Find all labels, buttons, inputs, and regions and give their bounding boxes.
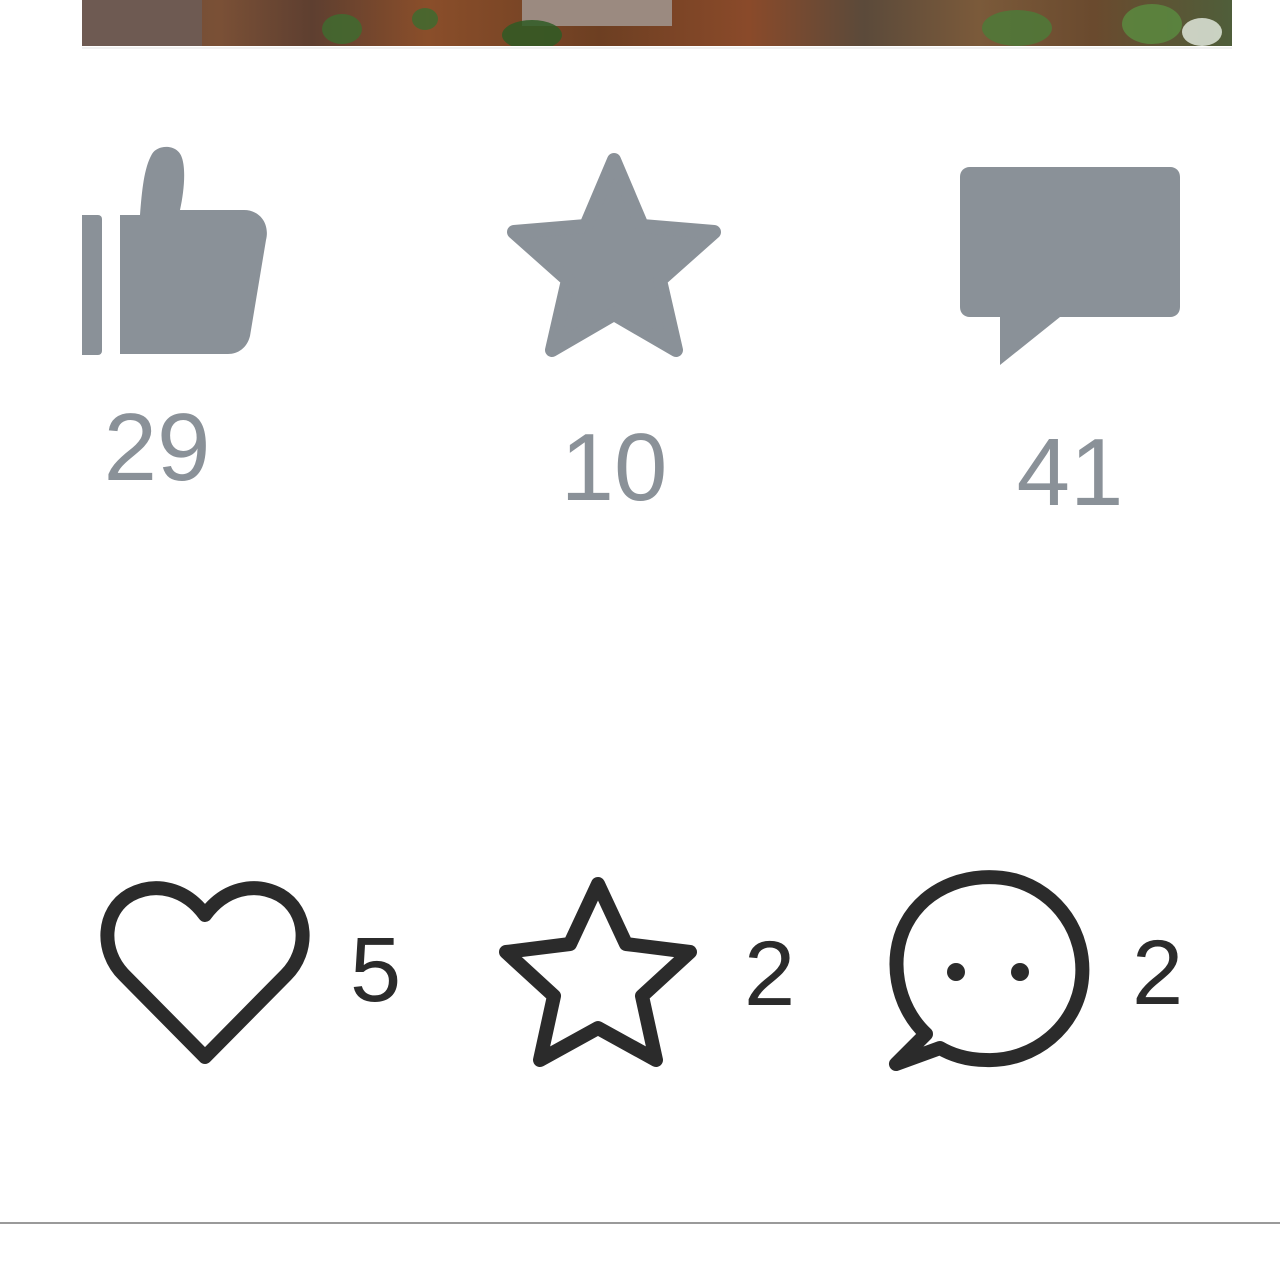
thumbs-up-icon [82, 146, 267, 355]
comment-filled-icon [960, 167, 1180, 365]
like-stat[interactable] [82, 140, 302, 360]
comment-button-count: 2 [1132, 922, 1184, 1024]
comment-count: 41 [1016, 419, 1124, 526]
comment-button[interactable]: 2 [882, 868, 1183, 1078]
stats-summary: 29 10 41 [0, 0, 1280, 560]
post-detail-page: 29 10 41 5 2 2 [0, 0, 1280, 1280]
like-count: 29 [103, 394, 211, 501]
favorite-button[interactable]: 2 [492, 874, 795, 1074]
star-outline-icon [499, 877, 697, 1067]
favorite-stat[interactable]: 10 [498, 150, 730, 516]
comment-bubble-outline-icon [889, 870, 1090, 1071]
heart-outline-icon [100, 881, 310, 1064]
like-count-wrap: 29 [82, 400, 232, 496]
post-action-bar: 5 2 2 [0, 860, 1280, 1080]
footer-divider [0, 1222, 1280, 1224]
like-button[interactable]: 5 [100, 880, 402, 1064]
like-button-count: 5 [350, 919, 402, 1021]
favorite-count: 10 [560, 414, 668, 521]
favorite-button-count: 2 [744, 923, 796, 1025]
comment-stat[interactable]: 41 [950, 165, 1190, 521]
star-filled-icon [507, 153, 721, 357]
